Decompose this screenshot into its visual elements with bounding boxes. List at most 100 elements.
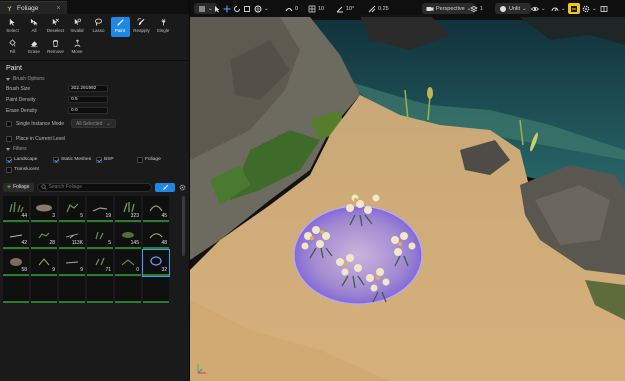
foliage-thumbnail-icon bbox=[34, 280, 54, 295]
filter-static-meshes[interactable]: Static Meshes bbox=[53, 156, 91, 163]
foliage-type-tile[interactable]: 32 bbox=[142, 249, 170, 277]
filter-translucent[interactable]: Translucent bbox=[6, 166, 39, 173]
layers-icon bbox=[470, 5, 478, 12]
place-in-level-checkbox[interactable] bbox=[6, 135, 12, 142]
search-foliage-input[interactable]: Search Foliage bbox=[36, 182, 152, 192]
filter-bsp[interactable]: BSP bbox=[96, 156, 114, 163]
tool-fill-button[interactable]: Fill bbox=[3, 38, 22, 58]
brush-options-header[interactable]: Brush Options bbox=[6, 75, 183, 83]
show-flags-button[interactable]: ⌄ bbox=[531, 3, 546, 14]
foliage-type-tile[interactable]: 9 bbox=[59, 250, 85, 276]
foliage-type-tile[interactable]: 48 bbox=[143, 223, 169, 249]
brush-size-input[interactable]: 302.291992 bbox=[68, 85, 108, 92]
foliage-type-tile[interactable] bbox=[87, 277, 113, 303]
paint-density-input[interactable]: 0.5 bbox=[68, 96, 108, 103]
perspective-dropdown[interactable]: Perspective ⌄ bbox=[422, 3, 476, 14]
tool-label: Paint bbox=[114, 28, 126, 33]
landscape-checkbox[interactable] bbox=[6, 156, 12, 163]
tool-paint-button[interactable]: Paint bbox=[110, 17, 130, 37]
bsp-label: BSP bbox=[104, 157, 114, 162]
foliage-type-tile[interactable]: 5 bbox=[59, 196, 85, 222]
foliage-thumbnail-icon bbox=[65, 233, 79, 239]
static-meshes-checkbox[interactable] bbox=[53, 156, 59, 163]
close-tab-icon[interactable]: × bbox=[56, 5, 60, 12]
foliage-type-tile[interactable] bbox=[115, 277, 141, 303]
foliage-type-tile[interactable]: 19 bbox=[87, 196, 113, 222]
foliage-type-tile[interactable]: 44 bbox=[3, 196, 29, 222]
foliage-type-tile[interactable]: 145 bbox=[115, 223, 141, 249]
bsp-checkbox[interactable] bbox=[96, 156, 102, 163]
scale-snap-button[interactable]: 0.25 bbox=[368, 3, 389, 14]
foliage-type-tile[interactable] bbox=[59, 277, 85, 303]
single-instance-label: Single Instance Mode bbox=[16, 120, 65, 127]
camera-speed-button[interactable]: 1 bbox=[470, 3, 483, 14]
tool-move-button[interactable]: Move bbox=[68, 38, 87, 58]
single-instance-dropdown[interactable]: All Selected ⌄ bbox=[71, 119, 116, 128]
foliage-checkbox[interactable] bbox=[137, 156, 143, 163]
maximize-viewport-button[interactable] bbox=[600, 3, 608, 14]
rotation-snap-button[interactable]: 10° bbox=[336, 3, 354, 14]
foliage-type-tile[interactable]: 58 bbox=[3, 250, 29, 276]
view-mode-dropdown[interactable]: Unlit ⌄ bbox=[495, 3, 531, 14]
add-foliage-button[interactable]: + Foliage bbox=[3, 182, 34, 192]
foliage-type-tile[interactable]: 71 bbox=[87, 250, 113, 276]
translate-button[interactable] bbox=[223, 3, 231, 14]
tool-single-button[interactable]: Single bbox=[154, 17, 173, 37]
tool-erase-button[interactable]: Erase bbox=[25, 38, 44, 58]
grid-scrollbar[interactable] bbox=[182, 196, 185, 256]
tool-remove-button[interactable]: Remove bbox=[46, 38, 65, 58]
brush-size-label: Brush Size bbox=[6, 85, 31, 92]
angle-icon bbox=[336, 6, 343, 12]
foliage-instance-count: 48 bbox=[161, 240, 167, 246]
foliage-type-tile[interactable]: 323 bbox=[115, 196, 141, 222]
foliage-type-tile[interactable]: 5 bbox=[87, 223, 113, 249]
tool-label: Single bbox=[156, 28, 170, 33]
select-all-icon bbox=[30, 18, 38, 26]
erase-density-input[interactable]: 0.0 bbox=[68, 107, 108, 114]
rotate-button[interactable] bbox=[233, 3, 241, 14]
level-viewport[interactable]: ⌄ ⌄ 0 10 10° 0.25 Perspective ⌄ 1 Unlit … bbox=[190, 0, 625, 381]
foliage-type-tile[interactable] bbox=[31, 277, 57, 303]
toggle-icon bbox=[571, 5, 577, 12]
tool-deselect-button[interactable]: Deselect bbox=[46, 17, 65, 37]
place-in-level-row: Place in Current Level bbox=[6, 134, 183, 143]
tool-reapply-button[interactable]: Reapply bbox=[132, 17, 151, 37]
paint-filter-button[interactable] bbox=[155, 182, 175, 192]
scale-button[interactable] bbox=[243, 3, 251, 14]
foliage-type-tile[interactable]: 0 bbox=[115, 250, 141, 276]
coordinate-space-button[interactable]: ⌄ bbox=[254, 3, 269, 14]
tool-lasso-button[interactable]: Lasso bbox=[89, 17, 108, 37]
realtime-button[interactable]: ⌄ bbox=[551, 3, 566, 14]
filters-header[interactable]: Filters bbox=[6, 145, 183, 153]
single-instance-checkbox[interactable] bbox=[6, 120, 12, 127]
tool-select-button[interactable]: Select bbox=[3, 17, 22, 37]
foliage-type-tile[interactable] bbox=[3, 277, 29, 303]
viewport-settings-button[interactable]: ⌄ bbox=[582, 3, 597, 14]
filter-foliage[interactable]: Foliage bbox=[137, 156, 161, 163]
foliage-type-tile[interactable]: 45 bbox=[143, 196, 169, 222]
view-mode-label: Unlit bbox=[509, 5, 521, 12]
foliage-type-tile[interactable]: 28 bbox=[31, 223, 57, 249]
foliage-tab[interactable]: Foliage × bbox=[0, 1, 68, 14]
foliage-type-tile[interactable] bbox=[143, 277, 169, 303]
eye-icon bbox=[531, 6, 539, 11]
select-mode-button[interactable] bbox=[213, 3, 221, 14]
filter-landscape[interactable]: Landscape bbox=[6, 156, 37, 163]
add-foliage-label: Foliage bbox=[13, 184, 30, 190]
rotation-snap-value: 10° bbox=[346, 5, 355, 12]
foliage-type-tile[interactable]: 113K bbox=[59, 223, 85, 249]
foliage-tab-icon bbox=[7, 5, 12, 11]
grid-snap-button[interactable]: 10 bbox=[308, 3, 324, 14]
brush-options-label: Brush Options bbox=[13, 76, 45, 82]
search-placeholder: Search Foliage bbox=[48, 184, 83, 190]
foliage-type-tile[interactable]: 42 bbox=[3, 223, 29, 249]
surface-snap-button[interactable]: 0 bbox=[285, 3, 298, 14]
tool-all-button[interactable]: All bbox=[25, 17, 44, 37]
preview-toggle-button[interactable] bbox=[568, 3, 580, 14]
surface-snap-icon bbox=[285, 7, 293, 11]
foliage-type-tile[interactable]: 9 bbox=[31, 250, 57, 276]
tool-invalid-button[interactable]: Invalid bbox=[68, 17, 87, 37]
translucent-checkbox[interactable] bbox=[6, 166, 12, 173]
foliage-type-tile[interactable]: 3 bbox=[31, 196, 57, 222]
gear-icon[interactable] bbox=[178, 183, 186, 191]
